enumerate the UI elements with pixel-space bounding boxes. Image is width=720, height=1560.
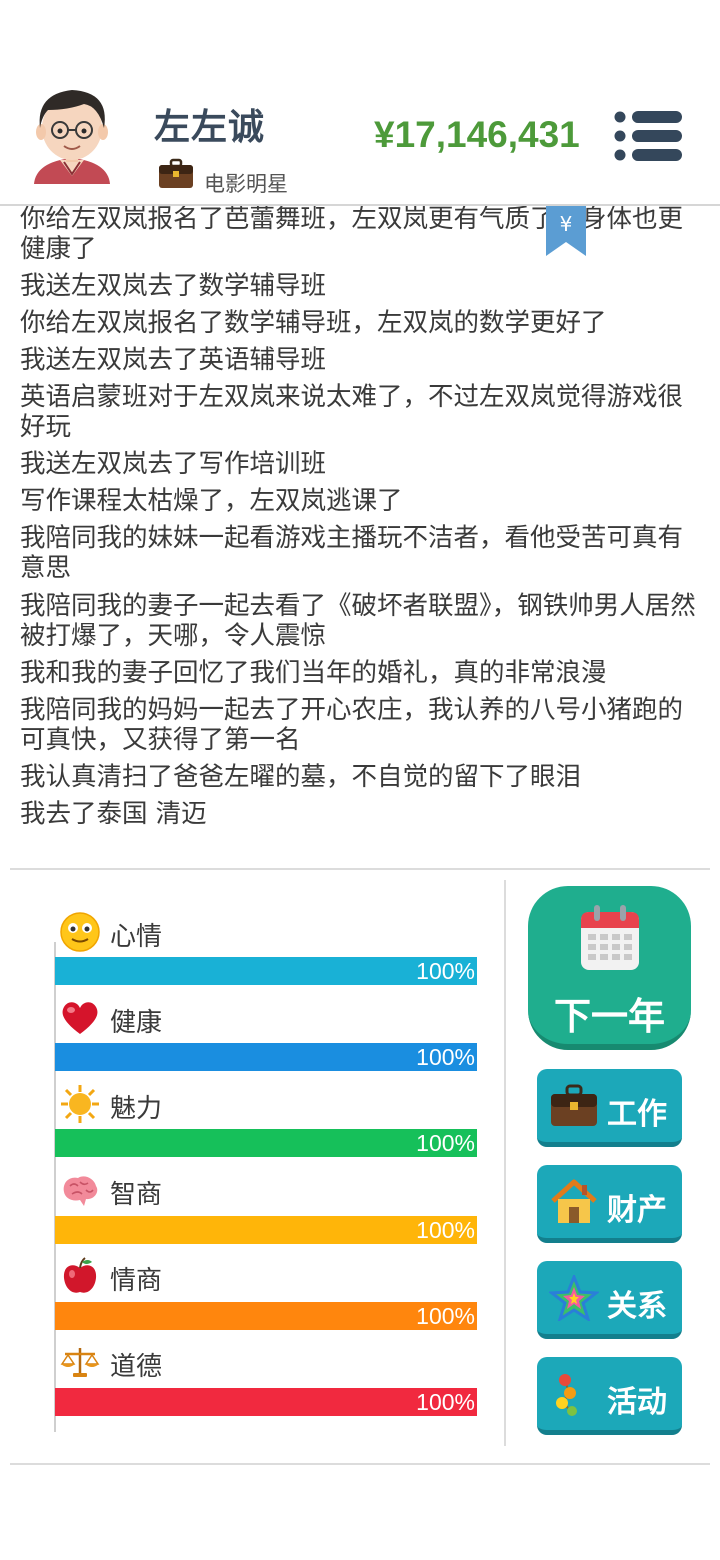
menu-icon[interactable]: [612, 110, 684, 162]
stat-fill: [55, 1043, 477, 1071]
next-year-button[interactable]: 下一年: [528, 886, 691, 1050]
stat-label-mood: 心情: [110, 922, 163, 952]
activity-button[interactable]: 活动: [537, 1357, 682, 1435]
header: 左左诚 电影明星 ¥17,146,431: [0, 0, 720, 205]
money-balance: ¥17,146,431: [374, 114, 580, 155]
stat-bar-morality: 100%: [55, 1388, 477, 1416]
log-item: 我送左双岚去了英语辅导班: [20, 345, 327, 375]
log-item: 我认真清扫了爸爸左曜的墓，不自觉的留下了眼泪: [20, 762, 582, 792]
stat-percent: 100%: [416, 1217, 475, 1243]
log-item: 我陪同我的妹妹一起看游戏主播玩不洁者，看他受苦可真有意思: [20, 523, 684, 583]
log-item: 我送左双岚去了数学辅导班: [20, 271, 327, 301]
log-item: 我陪同我的妻子一起去看了《破坏者联盟》，钢铁帅男人居然被打爆了，天哪，令人震惊: [20, 591, 696, 651]
stat-label-morality: 道德: [110, 1352, 163, 1382]
stat-bar-health: 100%: [55, 1043, 477, 1071]
log-item: 英语启蒙班对于左双岚来说太难了，不过左双岚觉得游戏很好玩: [20, 382, 684, 442]
briefcase-icon: [159, 158, 193, 188]
bottom-divider: [10, 1463, 710, 1465]
star-icon: [549, 1275, 599, 1321]
stat-label-eq: 情商: [110, 1266, 163, 1296]
stat-label-health: 健康: [110, 1008, 163, 1038]
stat-percent: 100%: [416, 1389, 475, 1415]
brain-icon: [63, 1176, 98, 1206]
house-icon: [551, 1179, 597, 1223]
stat-percent: 100%: [416, 1044, 475, 1070]
bookmark-symbol: ¥: [560, 212, 573, 236]
event-log[interactable]: 你给左双岚报名了芭蕾舞班，左双岚更有气质了，身体也更健康了 我送左双岚去了数学辅…: [0, 206, 720, 836]
stat-percent: 100%: [416, 1303, 475, 1329]
log-item: 我和我的妻子回忆了我们当年的婚礼，真的非常浪漫: [20, 658, 607, 688]
stat-percent: 100%: [416, 958, 475, 984]
briefcase-icon: [551, 1084, 597, 1126]
work-button[interactable]: 工作: [537, 1069, 682, 1147]
money-bookmark-icon[interactable]: ¥: [546, 206, 586, 256]
stat-percent: 100%: [416, 1130, 475, 1156]
stat-bar-mood: 100%: [55, 957, 477, 985]
stat-fill: [55, 957, 477, 985]
heart-icon: [62, 1002, 98, 1034]
log-item: 我送左双岚去了写作培训班: [20, 449, 327, 479]
scales-icon: [60, 1348, 100, 1377]
stat-bar-eq: 100%: [55, 1302, 477, 1330]
smiley-icon: [60, 912, 100, 952]
relations-button[interactable]: 关系: [537, 1261, 682, 1339]
stat-fill: [55, 1216, 477, 1244]
stat-bar-charm: 100%: [55, 1129, 477, 1157]
stat-label-charm: 魅力: [110, 1094, 163, 1124]
log-item: 你给左双岚报名了数学辅导班，左双岚的数学更好了: [20, 308, 607, 338]
stat-fill: [55, 1129, 477, 1157]
activity-icon: [556, 1374, 577, 1416]
log-item: 你给左双岚报名了芭蕾舞班，左双岚更有气质了，身体也更健康了: [20, 206, 684, 264]
relations-label: 关系: [607, 1289, 667, 1324]
sun-icon: [61, 1085, 99, 1123]
log-item: 我陪同我的妈妈一起去了开心农庄，我认养的八号小猪跑的可真快，又获得了第一名: [20, 695, 684, 755]
avatar[interactable]: [28, 84, 116, 188]
job-title: 电影明星: [204, 172, 288, 196]
section-divider: [10, 868, 710, 870]
assets-label: 财产: [607, 1193, 667, 1228]
stat-fill: [55, 1388, 477, 1416]
log-item: 我去了泰国 清迈: [20, 799, 207, 829]
next-year-label: 下一年: [554, 995, 665, 1038]
column-divider: [504, 880, 506, 1446]
log-item: 写作课程太枯燥了，左双岚逃课了: [20, 486, 403, 516]
apple-icon: [63, 1257, 97, 1293]
stat-bar-iq: 100%: [55, 1216, 477, 1244]
stat-fill: [55, 1302, 477, 1330]
work-label: 工作: [607, 1097, 667, 1132]
stat-label-iq: 智商: [110, 1180, 163, 1210]
calendar-icon: [581, 905, 639, 970]
stats-axis: [54, 942, 56, 1432]
activity-label: 活动: [607, 1385, 667, 1420]
assets-button[interactable]: 财产: [537, 1165, 682, 1243]
player-name: 左左诚: [154, 107, 266, 148]
